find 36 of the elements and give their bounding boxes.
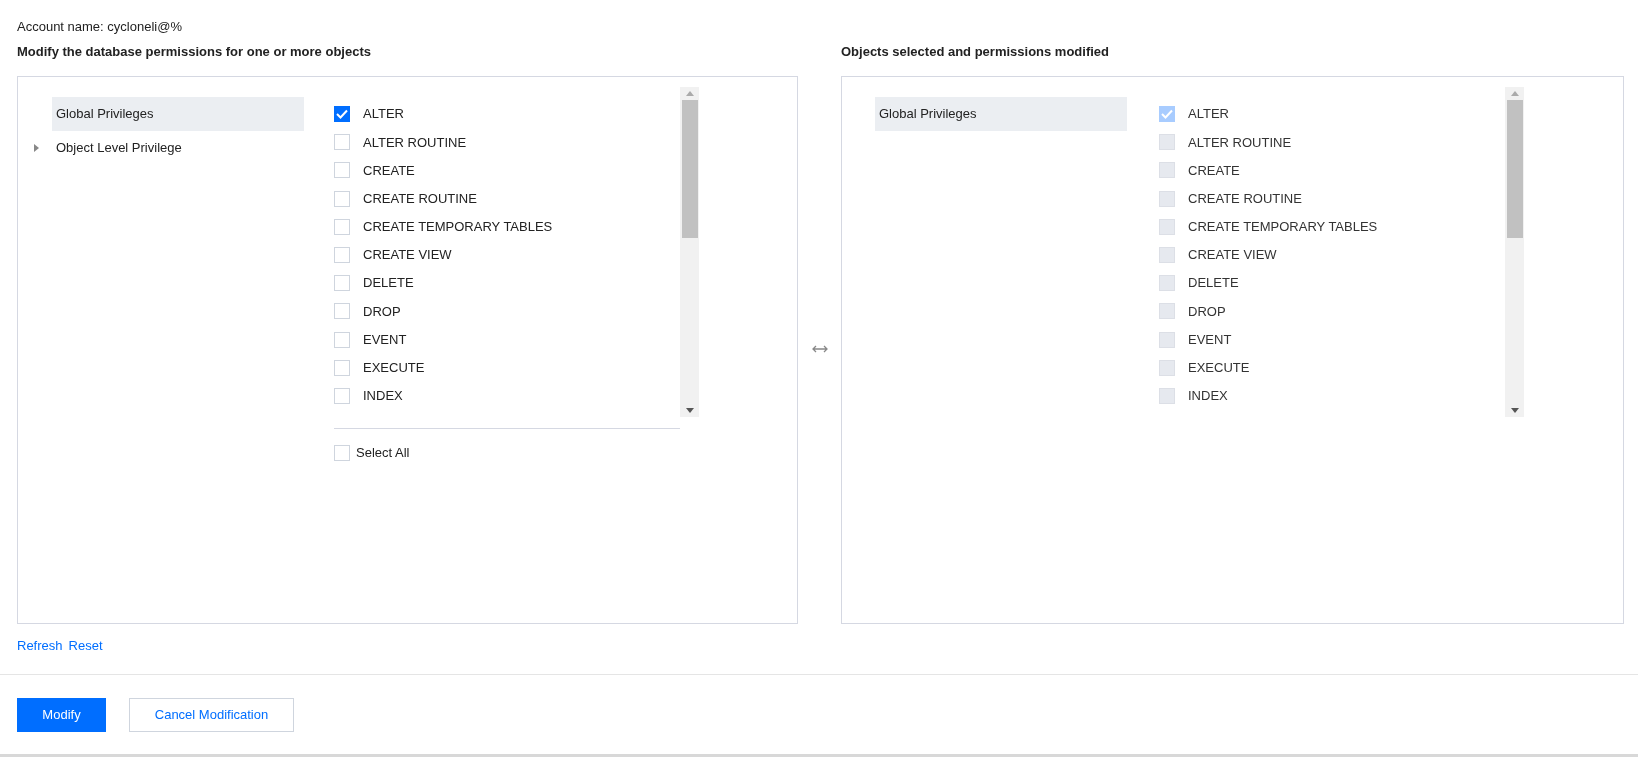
privilege-label: EXECUTE <box>1188 359 1250 378</box>
privilege-label: CREATE VIEW <box>363 246 452 265</box>
privilege-label: DROP <box>1188 302 1226 321</box>
privilege-label: CREATE VIEW <box>1188 246 1277 265</box>
section-heading: Objects selected and permissions modified <box>841 43 1111 61</box>
privilege-label: CREATE <box>363 161 415 180</box>
account-name: Account name: cycloneli@% <box>17 18 183 36</box>
privilege-label: CREATE <box>1188 161 1240 180</box>
privilege-label: CREATE TEMPORARY TABLES <box>1188 218 1378 237</box>
expand-arrow-icon[interactable] <box>34 144 39 152</box>
tree-item[interactable]: Global Privileges <box>52 97 304 131</box>
link[interactable]: Refresh <box>17 636 63 652</box>
privilege-label: ALTER ROUTINE <box>1188 133 1292 152</box>
swap-arrow-icon <box>811 344 828 353</box>
privilege-label: CREATE TEMPORARY TABLES <box>363 218 553 237</box>
privilege-label: ALTER <box>363 105 404 124</box>
modify-button[interactable]: Modify <box>17 698 106 732</box>
section-heading: Modify the database permissions for one or more objects <box>17 43 372 61</box>
privilege-label: DELETE <box>363 274 414 293</box>
select-all-label: Select All <box>356 444 410 462</box>
cancel-button[interactable]: Cancel Modification <box>129 698 294 732</box>
privilege-label: EXECUTE <box>363 359 425 378</box>
privilege-label: CREATE ROUTINE <box>1188 189 1302 208</box>
scrollbar[interactable] <box>680 87 699 417</box>
privilege-label: ALTER <box>1188 105 1229 124</box>
privilege-label: DROP <box>363 302 401 321</box>
tree-item[interactable]: Object Level Privilege <box>52 131 304 165</box>
privilege-label: EVENT <box>1188 330 1232 349</box>
checkbox[interactable] <box>334 106 350 123</box>
privilege-label: INDEX <box>363 387 403 406</box>
link[interactable]: Reset <box>68 636 103 652</box>
privilege-label: CREATE ROUTINE <box>363 189 477 208</box>
privilege-label: DELETE <box>1188 274 1239 293</box>
privilege-label: EVENT <box>363 330 407 349</box>
privilege-label: ALTER ROUTINE <box>363 133 467 152</box>
privilege-label: INDEX <box>1188 387 1228 406</box>
